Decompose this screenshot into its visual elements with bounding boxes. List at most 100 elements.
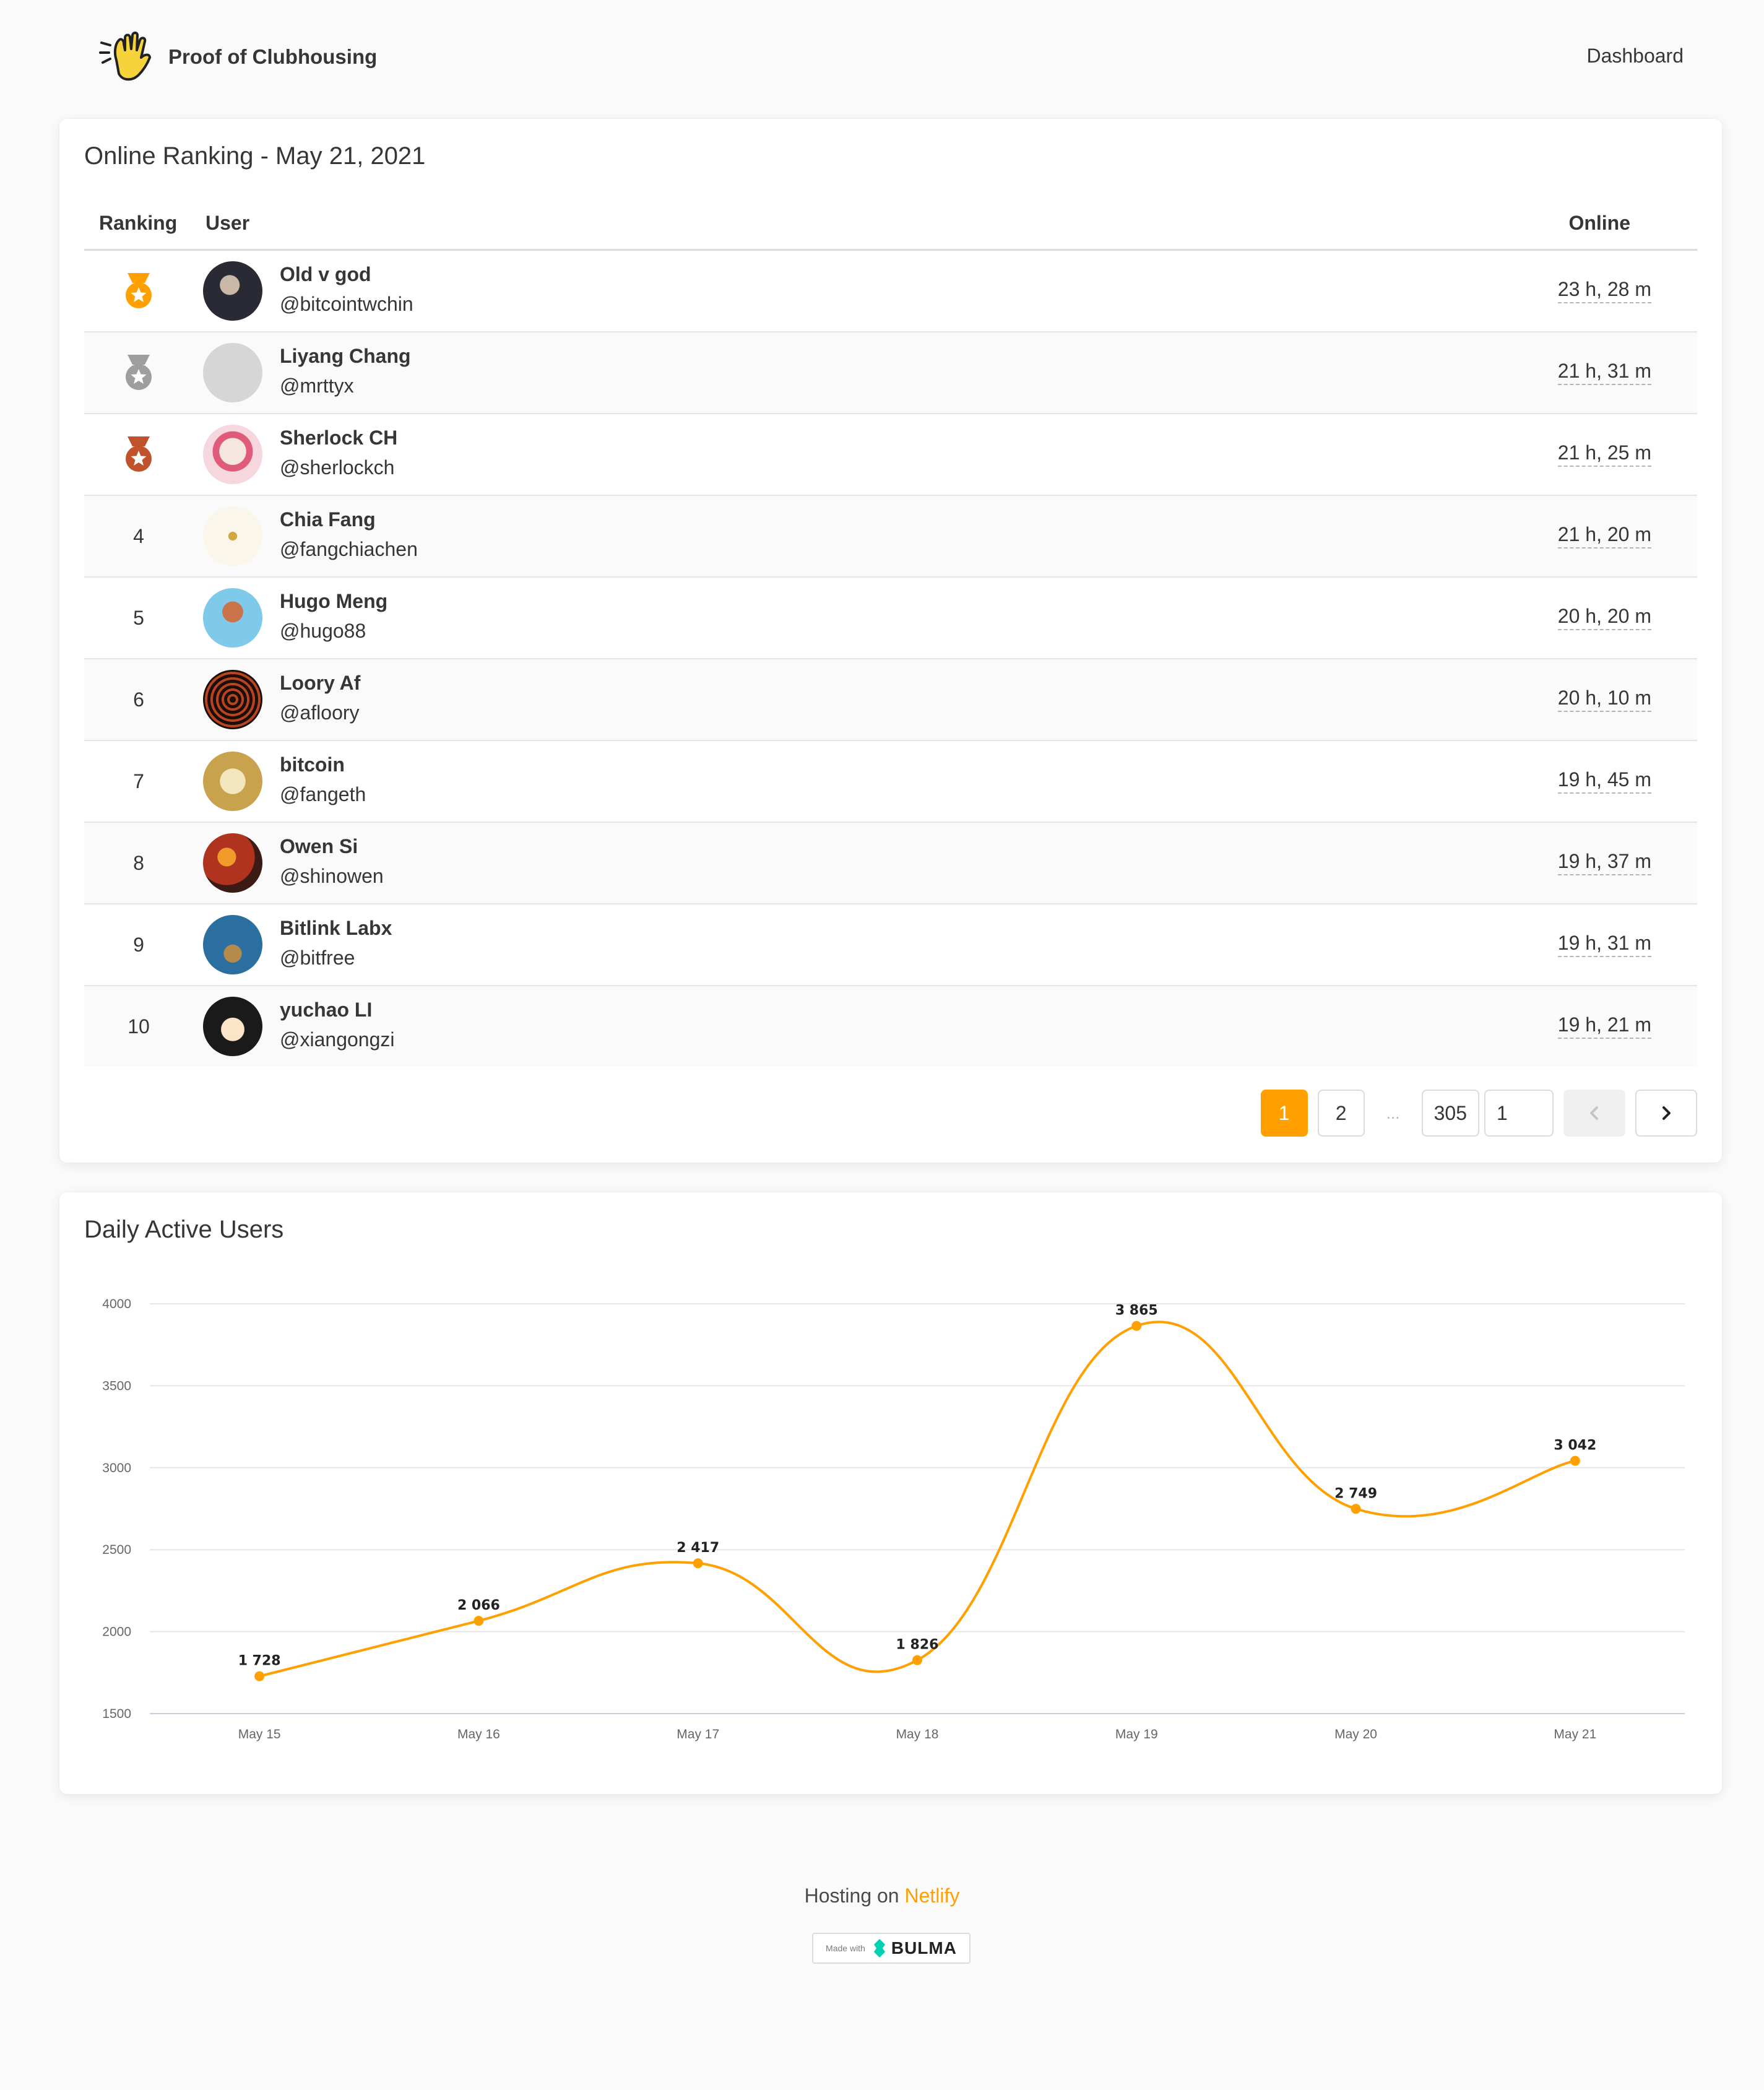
online-duration[interactable]: 19 h, 37 m [1557, 850, 1651, 875]
ranking-table: Ranking User Online Old v god @bitcointwc… [84, 193, 1697, 1067]
avatar [203, 261, 262, 321]
x-tick-label: May 15 [238, 1727, 281, 1741]
user-name[interactable]: Bitlink Labx [280, 917, 392, 940]
online-duration[interactable]: 21 h, 31 m [1557, 360, 1651, 385]
online-duration[interactable]: 23 h, 28 m [1557, 278, 1651, 303]
y-tick-label: 2500 [102, 1543, 131, 1557]
data-label: 2 417 [677, 1540, 719, 1556]
user-handle: @hugo88 [280, 620, 366, 642]
pagination-ellipsis: ... [1374, 1090, 1412, 1137]
data-point [912, 1655, 922, 1665]
x-tick-label: May 20 [1334, 1727, 1377, 1741]
avatar [203, 506, 262, 566]
gold-medal-icon [126, 273, 152, 308]
brand-link[interactable]: Proof of Clubhousing [98, 26, 377, 88]
page-last-button[interactable]: 305 [1421, 1090, 1479, 1137]
user-handle: @xiangongzi [280, 1028, 395, 1051]
online-duration[interactable]: 21 h, 25 m [1557, 441, 1651, 467]
user-handle: @fangeth [280, 783, 366, 805]
user-handle: @sherlockch [280, 456, 395, 479]
online-duration[interactable]: 19 h, 45 m [1557, 768, 1651, 794]
rank-cell: 6 [133, 688, 144, 711]
bulma-wordmark: BULMA [891, 1938, 957, 1958]
page: Proof of Clubhousing Dashboard Online Ra… [0, 0, 1764, 2090]
bulma-logo-icon [873, 1939, 885, 1958]
rank-cell: 5 [133, 606, 144, 629]
made-with-bulma-badge[interactable]: Made with BULMA [812, 1933, 971, 1964]
y-tick-label: 1500 [102, 1707, 131, 1721]
data-label: 3 042 [1554, 1438, 1596, 1454]
avatar [203, 588, 262, 648]
online-duration[interactable]: 19 h, 31 m [1557, 932, 1651, 957]
avatar [203, 752, 262, 811]
rank-cell: 8 [133, 851, 144, 874]
user-handle: @bitfree [280, 947, 355, 969]
ranking-title: Online Ranking - May 21, 2021 [84, 142, 426, 170]
avatar [203, 915, 262, 974]
silver-medal-icon [126, 355, 152, 390]
x-tick-label: May 19 [1115, 1727, 1158, 1741]
x-tick-label: May 16 [457, 1727, 500, 1741]
waving-hand-icon [99, 32, 151, 81]
data-label: 1 728 [238, 1654, 281, 1669]
table-row: Liyang Chang @mrttyx 21 h, 31 m [84, 332, 1697, 414]
y-tick-label: 4000 [102, 1297, 131, 1311]
online-duration[interactable]: 20 h, 10 m [1557, 687, 1651, 712]
user-handle: @mrttyx [280, 375, 354, 397]
next-page-button[interactable] [1635, 1090, 1697, 1137]
user-handle: @bitcointwchin [280, 293, 413, 315]
data-point [1351, 1504, 1361, 1514]
data-point [254, 1671, 265, 1681]
rank-cell: 4 [133, 524, 144, 547]
user-name[interactable]: Old v god [280, 263, 371, 286]
table-row: 8 Owen Si @shinowen 19 h, 37 m [84, 823, 1697, 904]
user-handle: @shinowen [280, 865, 384, 887]
avatar [203, 670, 262, 729]
rank-cell: 7 [133, 770, 144, 792]
table-header: Ranking User Online [84, 193, 1697, 251]
page-2-button[interactable]: 2 [1317, 1090, 1365, 1137]
dashboard-link[interactable]: Dashboard [1586, 45, 1684, 67]
netlify-link[interactable]: Netlify [904, 1884, 959, 1907]
table-row: 5 Hugo Meng @hugo88 20 h, 20 m [84, 578, 1697, 659]
rank-cell: 10 [128, 1015, 150, 1038]
user-name[interactable]: yuchao LI [280, 999, 372, 1021]
user-name[interactable]: Hugo Meng [280, 590, 387, 613]
previous-page-button[interactable] [1563, 1090, 1625, 1137]
rank-cell [109, 414, 168, 495]
user-name[interactable]: Loory Af [280, 672, 360, 695]
x-tick-label: May 17 [677, 1727, 719, 1741]
user-name[interactable]: Owen Si [280, 835, 358, 858]
chevron-right-icon [1662, 1106, 1671, 1120]
data-point [693, 1558, 703, 1569]
page-number-input[interactable]: 1 [1484, 1090, 1554, 1137]
y-tick-label: 2000 [102, 1625, 131, 1639]
user-name[interactable]: bitcoin [280, 753, 345, 776]
user-handle: @afloory [280, 701, 360, 724]
data-label: 2 749 [1334, 1486, 1377, 1501]
chevron-left-icon [1590, 1106, 1598, 1120]
y-tick-label: 3500 [102, 1379, 131, 1393]
user-name[interactable]: Sherlock CH [280, 427, 397, 449]
user-name[interactable]: Liyang Chang [280, 345, 411, 368]
table-body: Old v god @bitcointwchin 23 h, 28 m Liyang … [84, 251, 1697, 1067]
hosting-prefix: Hosting on [804, 1884, 905, 1907]
user-name[interactable]: Chia Fang [280, 508, 376, 531]
online-duration[interactable]: 19 h, 21 m [1557, 1013, 1651, 1039]
made-with-label: Made with [826, 1943, 865, 1953]
table-row: 9 Bitlink Labx @bitfree 19 h, 31 m [84, 904, 1697, 986]
table-row: Sherlock CH @sherlockch 21 h, 25 m [84, 414, 1697, 496]
table-row: 4 Chia Fang @fangchiachen 21 h, 20 m [84, 496, 1697, 578]
avatar [203, 833, 262, 893]
table-row: 6 Loory Af @afloory 20 h, 10 m [84, 659, 1697, 741]
x-tick-label: May 18 [896, 1727, 939, 1741]
rank-cell [109, 251, 168, 331]
user-handle: @fangchiachen [280, 538, 418, 560]
online-ranking-card: Online Ranking - May 21, 2021 Ranking Us… [59, 119, 1722, 1163]
page-1-button[interactable]: 1 [1260, 1090, 1308, 1137]
online-duration[interactable]: 20 h, 20 m [1557, 605, 1651, 630]
table-row: 7 bitcoin @fangeth 19 h, 45 m [84, 741, 1697, 823]
column-online: Online [1568, 212, 1630, 234]
online-duration[interactable]: 21 h, 20 m [1557, 523, 1651, 549]
dau-line-chart: 4000 3500 3000 2500 2000 1500 May 15 May 16 May … [102, 1297, 1685, 1741]
